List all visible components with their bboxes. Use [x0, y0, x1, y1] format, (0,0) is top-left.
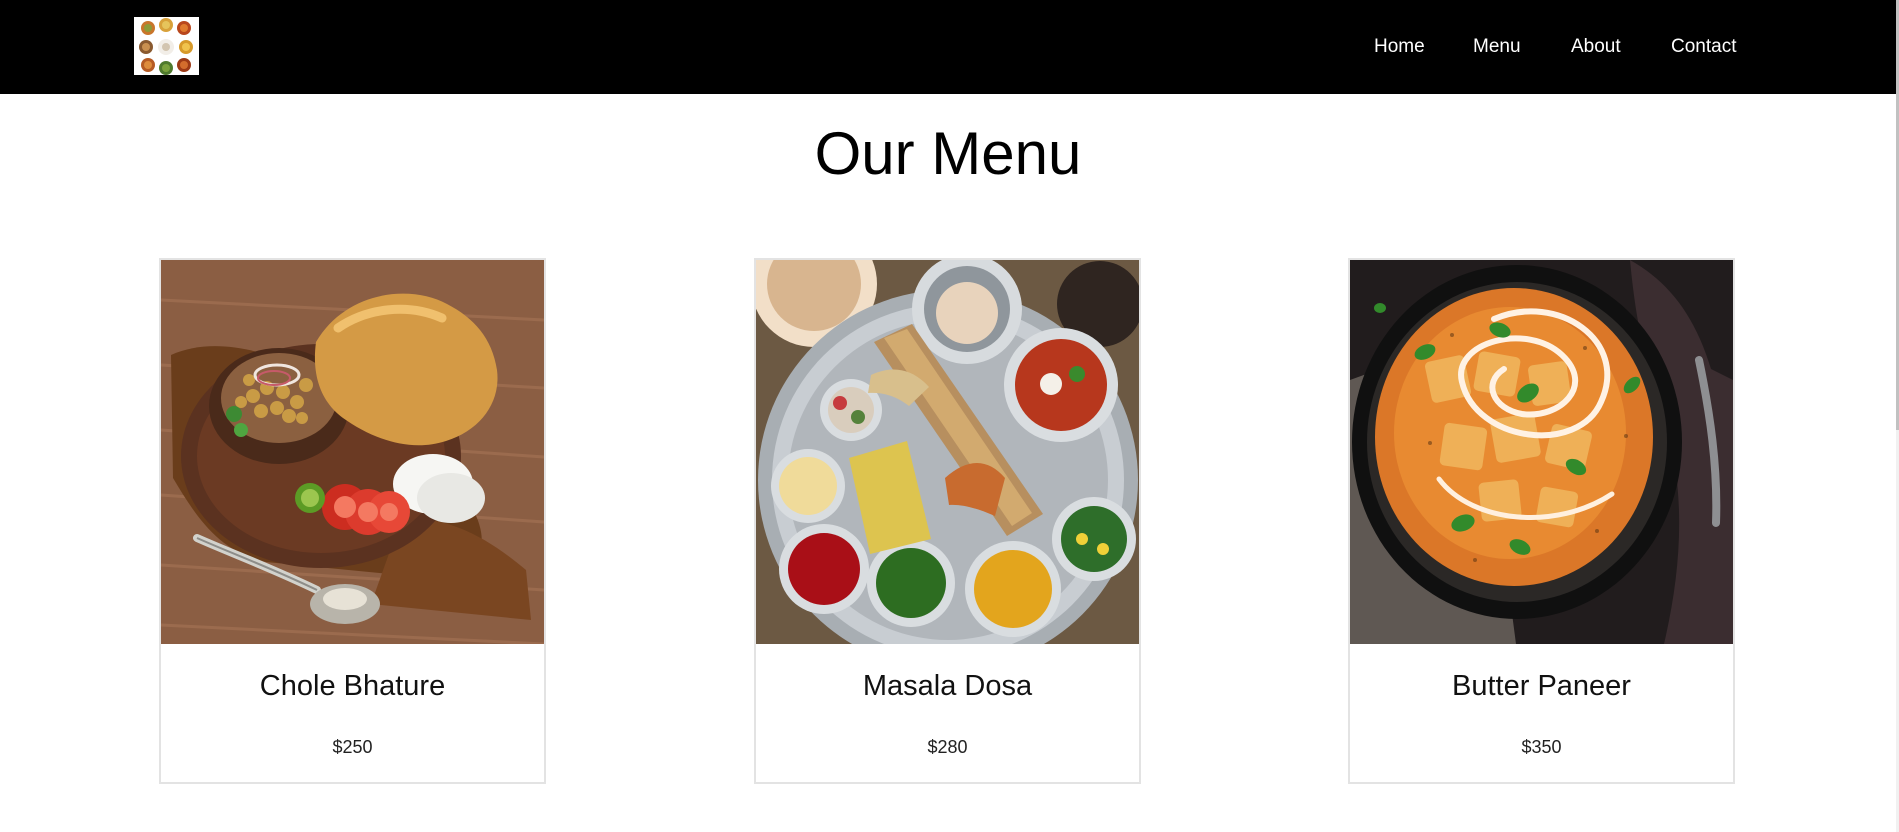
menu-card-chole-bhature[interactable]: Chole Bhature $250	[159, 258, 546, 784]
food-platter-logo-icon[interactable]	[134, 17, 199, 75]
menu-item-price: $280	[927, 737, 968, 757]
page: Home Menu About Contact Our Menu Chole B…	[0, 0, 1899, 832]
menu-item-name: Masala Dosa	[862, 670, 1033, 702]
page-title: Our Menu	[814, 120, 1082, 187]
menu-item-price: $250	[332, 737, 373, 757]
menu-item-name: Chole Bhature	[259, 670, 446, 702]
nav-link-home[interactable]: Home	[1374, 36, 1425, 58]
masala-dosa-photo	[756, 260, 1139, 644]
menu-card-butter-paneer[interactable]: Butter Paneer $350	[1348, 258, 1735, 784]
menu-item-name: Butter Paneer	[1452, 670, 1631, 702]
butter-paneer-photo	[1350, 260, 1733, 644]
menu-item-price: $350	[1521, 737, 1562, 757]
nav-link-menu[interactable]: Menu	[1473, 36, 1521, 58]
nav-link-contact[interactable]: Contact	[1671, 36, 1736, 58]
top-navbar: Home Menu About Contact	[0, 0, 1896, 94]
menu-card-masala-dosa[interactable]: Masala Dosa $280	[754, 258, 1141, 784]
chole-bhature-photo	[161, 260, 544, 644]
nav-link-about[interactable]: About	[1571, 36, 1621, 58]
